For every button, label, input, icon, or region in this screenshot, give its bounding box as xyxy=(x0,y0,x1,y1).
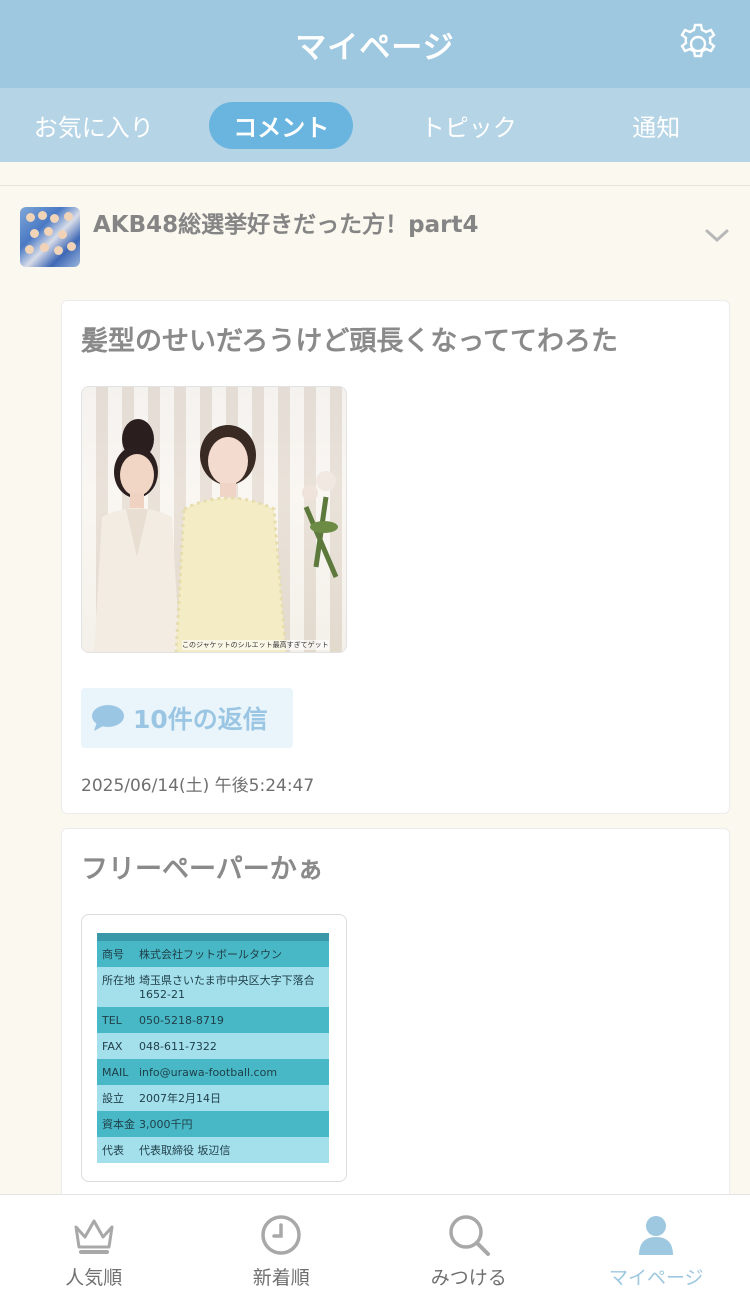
nav-mypage[interactable]: マイページ xyxy=(563,1195,750,1294)
table-row: 所在地 埼玉県さいたま市中央区大字下落合1652-21 xyxy=(97,967,329,1007)
company-info-table: 商号 株式会社フットボールタウン 所在地 埼玉県さいたま市中央区大字下落合1652-… xyxy=(97,941,329,1163)
reply-count: 10件の返信 xyxy=(133,705,268,734)
tab-comments[interactable]: コメント xyxy=(188,101,376,149)
table-key: TEL xyxy=(102,1014,122,1027)
person-figure xyxy=(174,425,288,652)
divider xyxy=(0,162,750,186)
tab-label: コメント xyxy=(209,101,354,149)
tab-topics[interactable]: トピック xyxy=(375,102,563,149)
comment-card: フリーペーパーかぁ 商号 株式会社フットボールタウン 所在地 埼玉県さいたま市中央区… xyxy=(61,828,730,1208)
comment-image[interactable]: このジャケットのシルエット最高すぎてゲット xyxy=(81,386,347,653)
replies-button[interactable]: 10件の返信 xyxy=(81,688,293,748)
nav-discover[interactable]: みつける xyxy=(375,1195,563,1294)
tab-label: お気に入り xyxy=(33,113,154,142)
search-icon xyxy=(449,1215,490,1256)
table-row: 資本金 3,000千円 xyxy=(97,1111,329,1137)
comment-text: 髪型のせいだろうけど頭長くなっててわろた xyxy=(81,326,619,357)
table-row: TEL 050-5218-8719 xyxy=(97,1007,329,1033)
tab-label: 通知 xyxy=(632,113,681,142)
flowers xyxy=(302,471,339,578)
nav-newest[interactable]: 新着順 xyxy=(188,1195,376,1294)
app-header: マイページ xyxy=(0,0,750,88)
table-key: 資本金 xyxy=(102,1118,135,1131)
table-key: MAIL xyxy=(102,1066,129,1079)
nav-popular[interactable]: 人気順 xyxy=(0,1195,188,1294)
user-icon xyxy=(639,1216,674,1255)
nav-label: みつける xyxy=(430,1267,507,1289)
page-title: マイページ xyxy=(295,29,455,66)
tab-label: トピック xyxy=(420,113,517,142)
table-value: info@urawa-football.com xyxy=(139,1066,278,1079)
table-row: 設立 2007年2月14日 xyxy=(97,1085,329,1111)
crown-icon xyxy=(74,1219,114,1254)
table-key: 所在地 xyxy=(102,974,135,987)
table-value: 3,000千円 xyxy=(139,1118,193,1131)
comment-image[interactable]: 商号 株式会社フットボールタウン 所在地 埼玉県さいたま市中央区大字下落合1652-… xyxy=(81,914,347,1182)
tab-bar: お気に入り コメント トピック 通知 xyxy=(0,88,750,162)
table-value: 代表取締役 坂辺信 xyxy=(139,1144,231,1157)
table-row: FAX 048-611-7322 xyxy=(97,1033,329,1059)
table-key: 商号 xyxy=(102,948,124,961)
speech-bubble-icon xyxy=(92,705,124,731)
thread-header[interactable]: AKB48総選挙好きだった方！part4 xyxy=(0,187,750,287)
nav-label: マイページ xyxy=(608,1267,704,1289)
table-value: 株式会社フットボールタウン xyxy=(139,948,282,961)
thread-title: AKB48総選挙好きだった方！part4 xyxy=(93,212,479,238)
table-key: FAX xyxy=(102,1040,123,1053)
table-value: 2007年2月14日 xyxy=(139,1092,221,1105)
comment-text: フリーペーパーかぁ xyxy=(81,854,324,885)
table-row: 商号 株式会社フットボールタウン xyxy=(97,941,329,967)
table-value: 埼玉県さいたま市中央区大字下落合1652-21 xyxy=(139,974,315,1001)
bottom-nav: 人気順 新着順 みつける マイページ xyxy=(0,1194,750,1294)
table-key: 代表 xyxy=(102,1144,124,1157)
timestamp: 2025/06/14(土) 午後5:24:47 xyxy=(81,776,315,796)
gear-icon[interactable] xyxy=(676,22,720,66)
tab-favorites[interactable]: お気に入り xyxy=(0,102,188,149)
thread-thumbnail xyxy=(20,207,80,267)
clock-icon xyxy=(261,1215,301,1255)
comment-card: 髪型のせいだろうけど頭長くなっててわろた このジャケットのシルエット最高すぎてゲ… xyxy=(61,300,730,814)
table-value: 048-611-7322 xyxy=(139,1040,217,1053)
person-figure xyxy=(94,419,180,652)
table-value: 050-5218-8719 xyxy=(139,1014,224,1027)
table-row: MAIL info@urawa-football.com xyxy=(97,1059,329,1085)
image-caption: このジャケットのシルエット最高すぎてゲット xyxy=(182,640,329,650)
table-row: 代表 代表取締役 坂辺信 xyxy=(97,1137,329,1163)
nav-label: 人気順 xyxy=(65,1267,123,1289)
table-key: 設立 xyxy=(102,1092,124,1105)
nav-label: 新着順 xyxy=(252,1267,310,1289)
tab-notifications[interactable]: 通知 xyxy=(563,102,750,149)
chevron-down-icon[interactable] xyxy=(704,227,730,245)
